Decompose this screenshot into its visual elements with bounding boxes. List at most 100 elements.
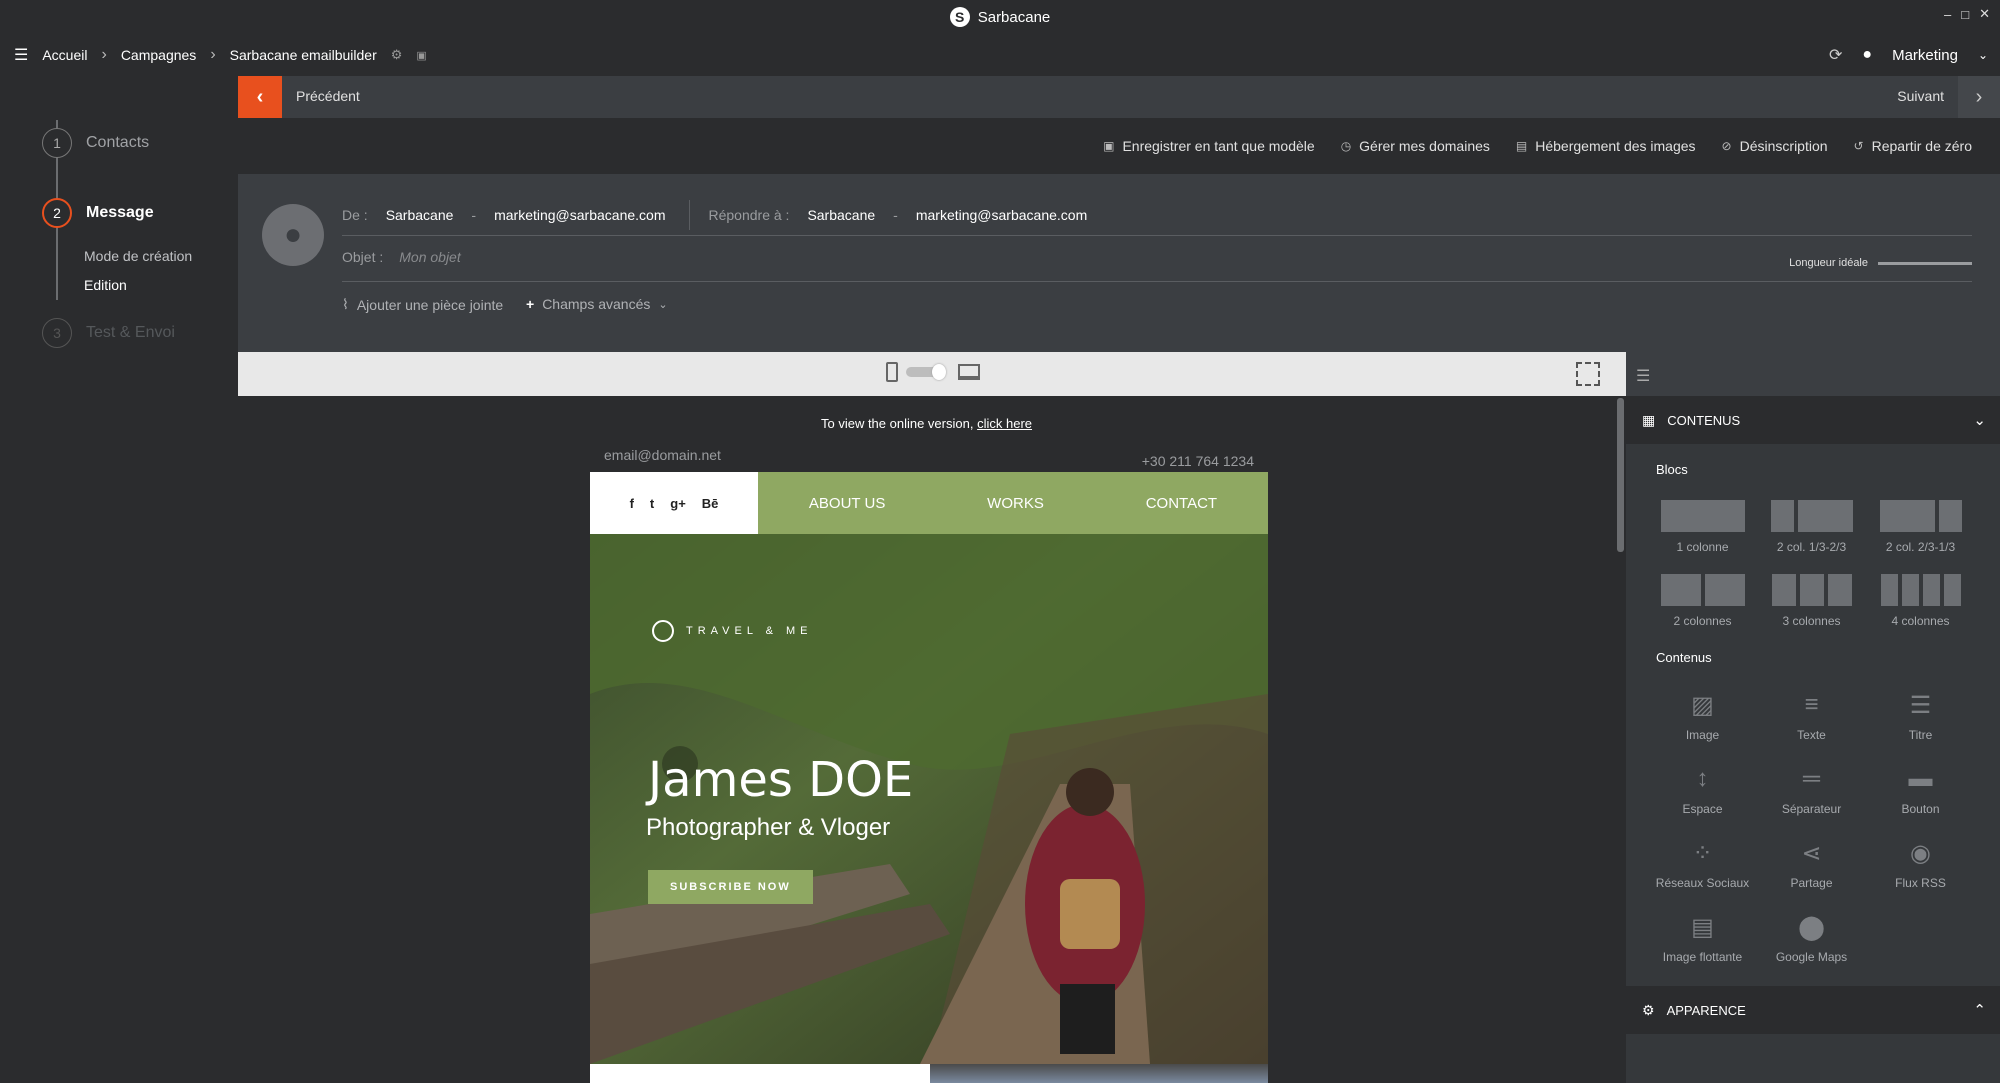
step-contacts[interactable]: 1 Contacts	[42, 128, 149, 158]
block-preview	[1770, 500, 1853, 532]
subject-input[interactable]: Mon objet	[399, 249, 460, 265]
next-label[interactable]: Suivant	[1897, 88, 1944, 104]
step-message[interactable]: 2 Message	[42, 198, 154, 228]
block-4-columns[interactable]: 4 colonnes	[1866, 568, 1975, 628]
menu-works[interactable]: WORKS	[987, 495, 1044, 512]
contents-panel: ▦ CONTENUS ⌄ Blocs 1 colonne 2 col. 1/3-…	[1626, 396, 2000, 1083]
menu-icon[interactable]: ☰	[14, 45, 28, 65]
desktop-icon[interactable]	[958, 364, 980, 380]
content-separator[interactable]: ═ Séparateur	[1757, 756, 1866, 816]
subscribe-button[interactable]: SUBSCRIBE NOW	[648, 870, 813, 904]
block-1-column[interactable]: 1 colonne	[1648, 494, 1757, 554]
hero-image[interactable]: TRAVEL & ME James DOE Photographer & Vlo…	[590, 534, 1268, 1064]
paperclip-icon: ⌇	[342, 296, 349, 312]
mobile-icon[interactable]	[886, 362, 898, 382]
facebook-icon[interactable]: f	[630, 496, 634, 511]
contents-section-header[interactable]: ▦ CONTENUS ⌄	[1626, 396, 2000, 444]
block-2-columns[interactable]: 2 colonnes	[1648, 568, 1757, 628]
reset-button[interactable]: ↺ Repartir de zéro	[1854, 138, 1972, 154]
block-2-col-2-3-1-3[interactable]: 2 col. 2/3-1/3	[1866, 494, 1975, 554]
step-number: 3	[42, 318, 72, 348]
hero-subtitle: Photographer & Vloger	[646, 814, 891, 841]
content-space[interactable]: ↕ Espace	[1648, 756, 1757, 816]
next-section	[590, 1064, 1268, 1083]
panel-toggle-icon[interactable]: ☰	[1636, 366, 1650, 386]
block-label: 3 colonnes	[1782, 614, 1841, 628]
reply-to-name[interactable]: Sarbacane	[807, 207, 875, 223]
from-email[interactable]: marketing@sarbacane.com	[494, 207, 665, 223]
menu-contact[interactable]: CONTACT	[1146, 495, 1217, 512]
minimize-icon[interactable]: –	[1944, 7, 1951, 22]
next-button[interactable]: ›	[1958, 76, 2000, 118]
contents-subtitle: Contenus	[1656, 650, 1712, 665]
content-floating-image[interactable]: ▤ Image flottante	[1648, 904, 1757, 965]
google-plus-icon[interactable]: g+	[670, 496, 686, 511]
content-google-maps[interactable]: ⬤ Google Maps	[1757, 904, 1866, 965]
content-share[interactable]: ⋖ Partage	[1757, 830, 1866, 891]
user-name[interactable]: Marketing	[1892, 47, 1958, 64]
close-icon[interactable]: ✕	[1979, 6, 1990, 22]
email-address[interactable]: email@domain.net	[604, 447, 721, 463]
content-image[interactable]: ▨ Image	[1648, 682, 1757, 743]
twitter-icon[interactable]: t	[650, 496, 654, 511]
device-toggle[interactable]	[886, 362, 980, 382]
contents-grid: ▨ Image ≡ Texte ☰ Titre ↕ Espace ═ Séparateur…	[1648, 682, 1975, 964]
content-text[interactable]: ≡ Texte	[1757, 682, 1866, 742]
action-label: Repartir de zéro	[1871, 138, 1972, 154]
chevron-down-icon[interactable]: ⌄	[1973, 411, 1986, 429]
gear-icon[interactable]: ⚙	[391, 47, 403, 63]
breadcrumb-item-home[interactable]: Accueil	[42, 47, 87, 63]
attachment-button[interactable]: ⌇ Ajouter une pièce jointe	[342, 296, 503, 313]
chevron-left-icon: ‹	[256, 85, 264, 108]
separator-icon: ═	[1802, 765, 1820, 792]
step-label: Message	[86, 204, 154, 221]
steps-sidebar: 1 Contacts 2 Message Mode de création Ed…	[0, 76, 238, 1083]
unsubscribe-button[interactable]: ⊘ Désinscription	[1722, 138, 1828, 154]
advanced-fields-button[interactable]: + Champs avancés ⌄	[526, 296, 668, 312]
chevron-down-icon[interactable]: ⌄	[1978, 48, 1988, 62]
share-icon: ⋖	[1801, 839, 1822, 867]
previous-button[interactable]: ‹	[238, 76, 282, 118]
substep-edition[interactable]: Edition	[84, 277, 127, 293]
content-label: Titre	[1908, 728, 1933, 742]
substep-creation-mode[interactable]: Mode de création	[84, 248, 192, 264]
fullscreen-icon[interactable]	[1576, 362, 1600, 386]
divider	[689, 200, 691, 230]
action-label: Hébergement des images	[1535, 138, 1696, 154]
appearance-title: APPARENCE	[1666, 1002, 1746, 1018]
save-icon[interactable]: ▣	[416, 49, 426, 62]
chevron-up-icon[interactable]: ⌃	[1973, 1001, 1986, 1019]
action-label: Gérer mes domaines	[1359, 138, 1490, 154]
behance-icon[interactable]: Bē	[702, 496, 719, 511]
block-label: 1 colonne	[1676, 540, 1729, 554]
manage-domains-button[interactable]: ◷ Gérer mes domaines	[1341, 138, 1490, 154]
refresh-icon[interactable]: ⟳	[1829, 45, 1842, 65]
text-icon: ≡	[1804, 691, 1819, 718]
content-label: Partage	[1790, 876, 1833, 890]
content-label: Flux RSS	[1895, 876, 1946, 890]
phone-number[interactable]: +30 211 764 1234	[1142, 453, 1254, 469]
maximize-icon[interactable]: □	[1961, 7, 1969, 22]
next-section-image	[930, 1064, 1268, 1083]
block-2-col-1-3-2-3[interactable]: 2 col. 1/3-2/3	[1757, 494, 1866, 554]
brand-name: TRAVEL & ME	[686, 625, 813, 637]
content-social-networks[interactable]: ⁘ Réseaux Sociaux	[1648, 830, 1757, 891]
menu-about-us[interactable]: ABOUT US	[809, 495, 885, 512]
canvas-scrollbar[interactable]	[1617, 398, 1624, 552]
content-title[interactable]: ☰ Titre	[1866, 682, 1975, 743]
block-3-columns[interactable]: 3 colonnes	[1757, 568, 1866, 628]
step-test-send[interactable]: 3 Test & Envoi	[42, 318, 175, 348]
save-as-template-button[interactable]: ▣ Enregistrer en tant que modèle	[1103, 138, 1315, 154]
appearance-section-header[interactable]: ⚙ APPARENCE ⌃	[1626, 986, 2000, 1034]
content-button[interactable]: ▬ Bouton	[1866, 756, 1975, 816]
from-name[interactable]: Sarbacane	[386, 207, 454, 223]
user-icon[interactable]: ●	[1862, 46, 1872, 64]
reply-to-email[interactable]: marketing@sarbacane.com	[916, 207, 1087, 223]
device-switch[interactable]	[906, 364, 946, 380]
breadcrumb-item-campaigns[interactable]: Campagnes	[121, 47, 197, 63]
image-hosting-button[interactable]: ▤ Hébergement des images	[1516, 138, 1696, 154]
previous-label[interactable]: Précédent	[296, 88, 360, 104]
reset-icon: ↺	[1853, 139, 1864, 153]
content-rss[interactable]: ◉ Flux RSS	[1866, 830, 1975, 891]
email-canvas: To view the online version, click here e…	[238, 396, 1615, 1083]
